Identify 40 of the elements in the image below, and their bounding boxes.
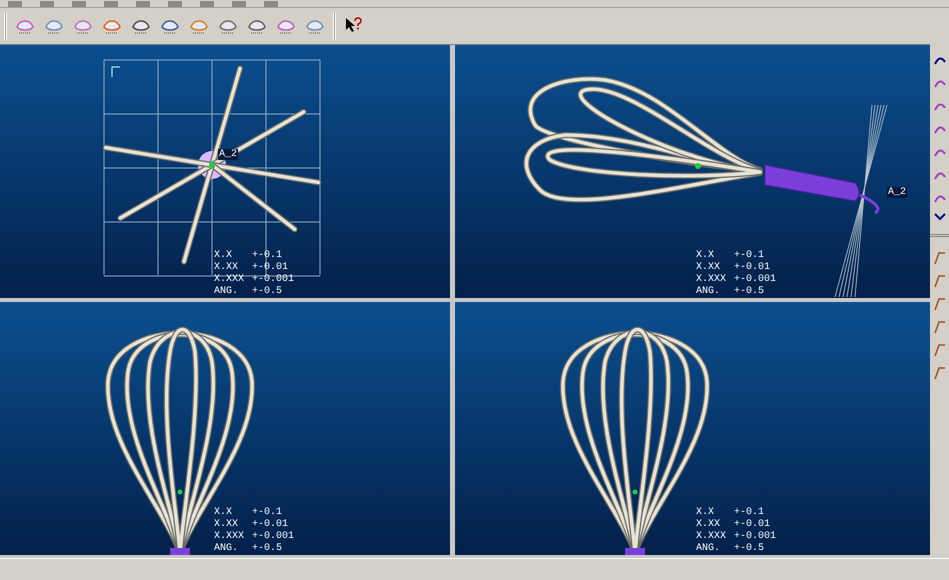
- tolerance-label: X.XX: [696, 262, 722, 274]
- tolerance-value: +-0.1: [252, 507, 282, 519]
- tolerance-label: X.XXX: [214, 274, 246, 286]
- tolerance-label: ANG.: [214, 286, 240, 298]
- chevron-down-icon[interactable]: [934, 213, 946, 221]
- tolerance-label: X.X: [696, 250, 716, 262]
- tolerance-value: +-0.01: [252, 519, 288, 531]
- viewport[interactable]: A_2 X.X +-0.1 X.XX +-0.01 X.XXX +-0.001 ANG. +-0.5: [455, 45, 930, 298]
- tolerance-value: +-0.001: [252, 274, 294, 286]
- datum-label: A_2: [218, 149, 238, 160]
- tolerance-label: X.XX: [696, 519, 722, 531]
- tolerance-label: ANG.: [214, 543, 240, 555]
- tolerance-value: +-0.001: [734, 531, 776, 543]
- tolerance-label: X.XXX: [214, 531, 246, 543]
- tolerance-label: X.XX: [214, 519, 240, 531]
- tolerance-label: ANG.: [696, 286, 722, 298]
- tolerance-value: +-0.001: [252, 531, 294, 543]
- tolerance-value: +-0.5: [734, 286, 764, 298]
- tolerance-value: +-0.5: [252, 286, 282, 298]
- tolerance-value: +-0.5: [252, 543, 282, 555]
- tolerance-label: X.X: [696, 507, 716, 519]
- tolerance-label: ANG.: [696, 543, 722, 555]
- viewport[interactable]: X.X +-0.1 X.XX +-0.01 X.XXX +-0.001 ANG. +-0.5: [0, 302, 450, 555]
- tolerance-value: +-0.001: [734, 274, 776, 286]
- tolerance-value: +-0.5: [734, 543, 764, 555]
- tolerance-value: +-0.01: [252, 262, 288, 274]
- tolerance-label: X.XXX: [696, 531, 728, 543]
- viewport[interactable]: A_2 X.X +-0.1 X.XX +-0.01 X.XXX +-0.001 ANG. +-0.5: [0, 45, 450, 298]
- tolerance-label: X.XX: [214, 262, 240, 274]
- tolerance-value: +-0.1: [734, 507, 764, 519]
- tolerance-value: +-0.01: [734, 262, 770, 274]
- tolerance-label: X.XXX: [696, 274, 728, 286]
- axis-icon: [112, 66, 120, 78]
- datum-label: A_2: [887, 187, 908, 198]
- tolerance-label: X.X: [214, 507, 234, 519]
- tolerance-value: +-0.1: [734, 250, 764, 262]
- tolerance-label: X.X: [214, 250, 234, 262]
- tolerance-value: +-0.01: [734, 519, 770, 531]
- viewport[interactable]: X.X +-0.1 X.XX +-0.01 X.XXX +-0.001 ANG. +-0.5: [455, 302, 930, 555]
- tolerance-value: +-0.1: [252, 250, 282, 262]
